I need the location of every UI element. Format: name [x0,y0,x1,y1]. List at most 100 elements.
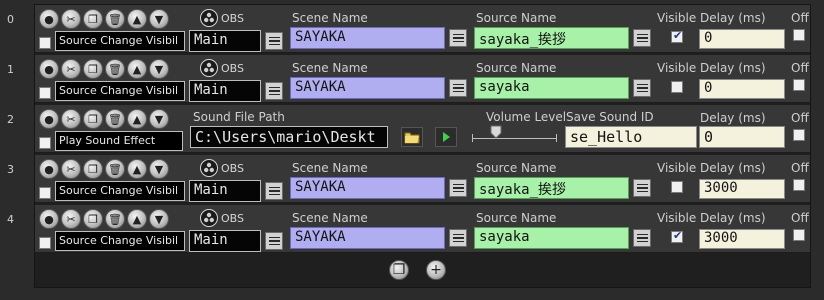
play-sound-button[interactable] [435,127,457,147]
paste-icon[interactable]: ❐ [83,159,103,179]
move-up-icon[interactable]: ▲ [127,9,147,29]
delete-icon[interactable]: 🗑 [105,109,125,129]
source-name-field[interactable]: sayaka [474,227,629,249]
obs-section: OBS [200,59,244,77]
paste-icon[interactable]: ❐ [83,209,103,229]
action-type-select[interactable]: Source Change Visibil [55,231,185,251]
paste-action-button[interactable]: ❐ [389,260,409,280]
row-enable-checkbox[interactable] [39,137,51,149]
play-icon [443,132,450,142]
volume-level-label: Volume Level [486,110,567,124]
delay-label: Delay (ms) [700,11,766,25]
delay-field[interactable]: 3000 [699,179,785,199]
off-label: Off [791,61,809,75]
paste-icon[interactable]: ❐ [83,9,103,29]
delete-icon[interactable]: 🗑 [105,209,125,229]
delete-icon[interactable]: 🗑 [105,159,125,179]
cut-icon[interactable]: ✂ [61,59,81,79]
scene-name-label: Scene Name [292,161,368,175]
scene-menu-button[interactable] [449,79,467,97]
source-name-field[interactable]: sayaka_挨拶 [474,27,629,49]
move-up-icon[interactable]: ▲ [127,109,147,129]
record-icon[interactable]: ● [39,159,59,179]
off-checkbox[interactable] [793,29,805,41]
source-name-field[interactable]: sayaka_挨拶 [474,177,629,199]
scene-collection-field[interactable]: Main [189,80,261,102]
visible-checkbox[interactable] [671,181,683,193]
cut-icon[interactable]: ✂ [61,9,81,29]
add-action-button[interactable]: + [426,260,446,280]
paste-icon[interactable]: ❐ [83,59,103,79]
row-enable-checkbox[interactable] [39,237,51,249]
move-down-icon[interactable]: ▼ [149,209,169,229]
move-down-icon[interactable]: ▼ [149,59,169,79]
source-menu-button[interactable] [633,29,651,47]
source-menu-button[interactable] [633,179,651,197]
source-name-field[interactable]: sayaka [474,77,629,99]
add-icon: + [430,262,442,278]
off-checkbox[interactable] [793,229,805,241]
cut-icon[interactable]: ✂ [61,159,81,179]
action-type-select[interactable]: Source Change Visibil [55,31,185,51]
sound-file-path-field[interactable]: C:\Users\mario\Deskt [190,126,388,148]
scene-name-field[interactable]: SAYAKA [290,177,445,199]
row-enable-checkbox[interactable] [39,187,51,199]
scene-menu-button[interactable] [449,179,467,197]
delay-field[interactable]: 3000 [699,229,785,249]
scene-collection-field[interactable]: Main [189,230,261,252]
scene-name-field[interactable]: SAYAKA [290,77,445,99]
scene-collection-menu-button[interactable] [265,232,283,250]
row-enable-checkbox[interactable] [39,37,51,49]
move-up-icon[interactable]: ▲ [127,59,147,79]
row-toolbar: ● ✂ ❐ 🗑 ▲ ▼ [39,9,169,29]
scene-name-field[interactable]: SAYAKA [290,227,445,249]
scene-name-field[interactable]: SAYAKA [290,27,445,49]
scene-collection-menu-button[interactable] [265,82,283,100]
move-down-icon[interactable]: ▼ [149,109,169,129]
move-down-icon[interactable]: ▼ [149,159,169,179]
delay-label: Delay (ms) [700,161,766,175]
delete-icon[interactable]: 🗑 [105,59,125,79]
record-icon[interactable]: ● [39,9,59,29]
action-type-select[interactable]: Play Sound Effect [55,131,183,151]
row-enable-checkbox[interactable] [39,87,51,99]
action-type-select[interactable]: Source Change Visibil [55,81,185,101]
cut-icon[interactable]: ✂ [61,109,81,129]
off-checkbox[interactable] [793,79,805,91]
visible-checkbox[interactable] [671,29,683,43]
source-menu-button[interactable] [633,229,651,247]
scene-collection-menu-button[interactable] [265,32,283,50]
save-sound-id-field[interactable]: se_Hello [565,126,697,148]
delay-field[interactable]: 0 [699,126,785,148]
scene-menu-button[interactable] [449,229,467,247]
action-type-select[interactable]: Source Change Visibil [55,181,185,201]
off-label: Off [791,111,809,125]
move-down-icon[interactable]: ▼ [149,9,169,29]
visible-label: Visible [657,211,697,225]
scene-collection-field[interactable]: Main [189,180,261,202]
scene-collection-field[interactable]: Main [189,30,261,52]
delete-icon[interactable]: 🗑 [105,9,125,29]
move-up-icon[interactable]: ▲ [127,209,147,229]
delay-field[interactable]: 0 [699,29,785,49]
paste-icon[interactable]: ❐ [83,109,103,129]
source-menu-button[interactable] [633,79,651,97]
off-checkbox[interactable] [793,129,805,141]
sound-file-path-label: Sound File Path [193,110,285,124]
cut-icon[interactable]: ✂ [61,209,81,229]
visible-checkbox[interactable] [671,81,683,93]
off-checkbox[interactable] [793,179,805,191]
record-icon[interactable]: ● [39,109,59,129]
record-icon[interactable]: ● [39,59,59,79]
open-folder-button[interactable] [401,127,423,147]
record-icon[interactable]: ● [39,209,59,229]
volume-slider-thumb[interactable] [490,125,502,139]
delay-label: Delay (ms) [700,211,766,225]
move-up-icon[interactable]: ▲ [127,159,147,179]
scene-collection-menu-button[interactable] [265,182,283,200]
scene-menu-button[interactable] [449,29,467,47]
visible-checkbox[interactable] [671,229,683,243]
row-number: 4 [7,213,14,226]
delay-label: Delay (ms) [700,111,766,125]
delay-field[interactable]: 0 [699,79,785,99]
